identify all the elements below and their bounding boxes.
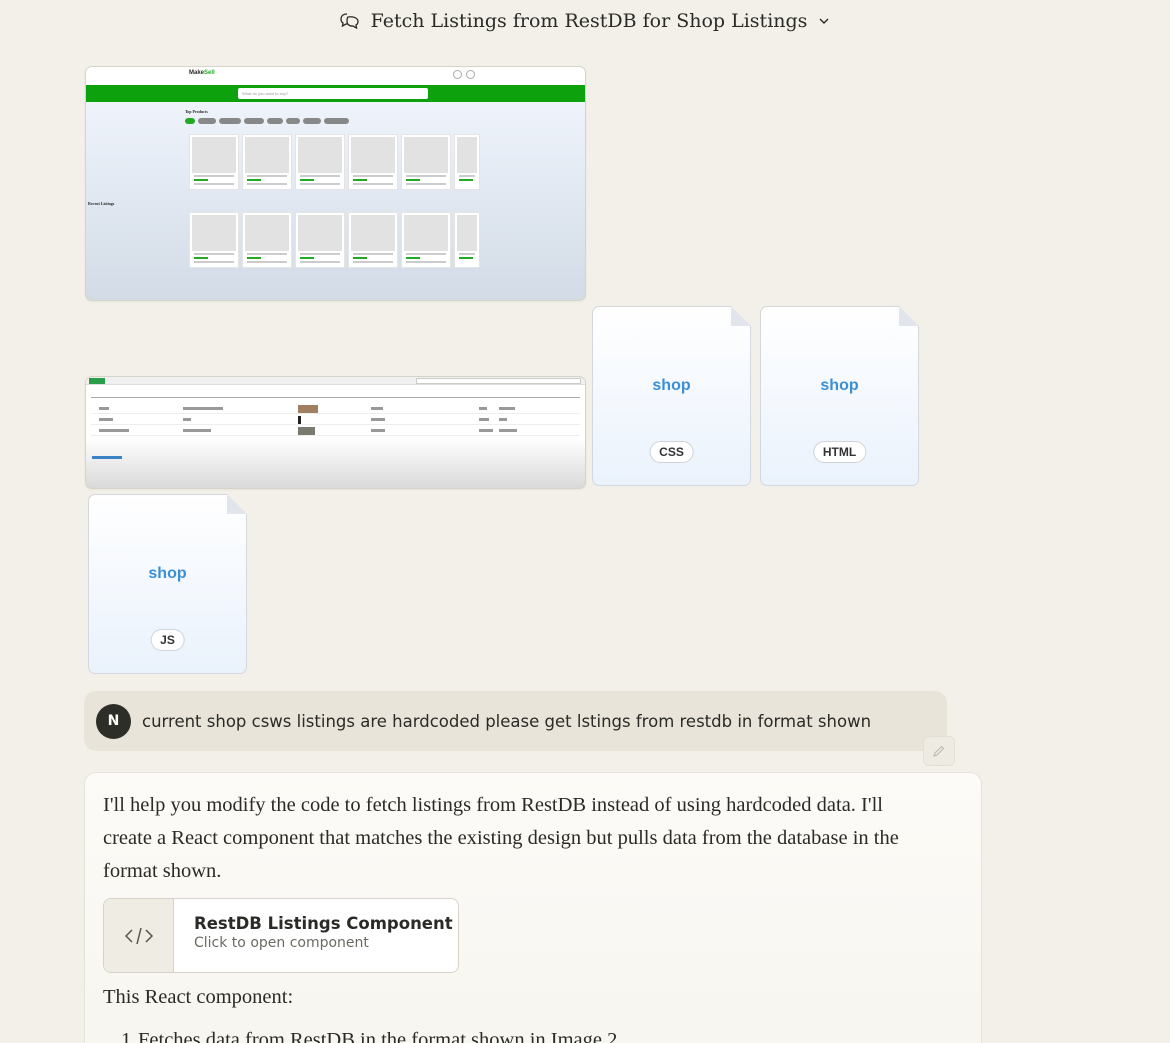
restdb-table-header — [91, 397, 580, 398]
file-card-css[interactable]: shop CSS — [592, 306, 751, 486]
chat-bubbles-icon — [339, 13, 359, 30]
file-type-badge: HTML — [812, 441, 867, 463]
restdb-toolbar — [86, 377, 585, 385]
page-fold-icon — [731, 306, 751, 326]
user-message: N current shop csws listings are hardcod… — [84, 691, 947, 751]
file-name: shop — [148, 565, 187, 582]
file-type-badge: CSS — [649, 441, 694, 463]
file-name: shop — [820, 377, 859, 394]
shop-logo: MakeSell — [189, 70, 215, 76]
attachment-screenshot-shop[interactable]: MakeSell What do you want to buy? Top Pr… — [85, 66, 586, 301]
table-row — [91, 426, 580, 436]
page-fold-icon — [227, 494, 247, 514]
user-message-text: current shop csws listings are hardcoded… — [142, 711, 872, 731]
topbar-icons — [453, 70, 475, 79]
file-card-html[interactable]: shop HTML — [760, 306, 919, 486]
category-pills — [185, 118, 349, 124]
chevron-down-icon[interactable] — [817, 14, 831, 28]
recent-listings-row — [189, 212, 480, 268]
assistant-message: I'll help you modify the code to fetch l… — [84, 772, 982, 1043]
avatar: N — [96, 703, 131, 739]
recent-listings-heading: Recent Listings — [88, 201, 115, 206]
shop-topbar: MakeSell — [86, 67, 585, 85]
artifact-title: RestDB Listings Component — [194, 914, 453, 933]
top-products-heading: Top Products — [185, 109, 208, 114]
table-row — [91, 404, 580, 414]
edit-message-button[interactable] — [923, 736, 955, 766]
shop-search-bar: What do you want to buy? — [86, 85, 585, 102]
assistant-list: 1.Fetches data from RestDB in the format… — [103, 1029, 617, 1043]
page-fold-icon — [899, 306, 919, 326]
artifact-card[interactable]: RestDB Listings Component Click to open … — [103, 898, 459, 973]
shop-search-input: What do you want to buy? — [238, 88, 428, 99]
conversation-header[interactable]: Fetch Listings from RestDB for Shop List… — [0, 0, 1170, 42]
pencil-icon — [933, 745, 945, 757]
attachment-screenshot-restdb[interactable] — [85, 376, 586, 489]
conversation-title[interactable]: Fetch Listings from RestDB for Shop List… — [371, 10, 808, 32]
list-item: 1.Fetches data from RestDB in the format… — [121, 1029, 618, 1043]
assistant-intro-text: I'll help you modify the code to fetch l… — [103, 794, 899, 882]
assistant-summary-text: This React component: — [103, 986, 294, 1008]
file-card-js[interactable]: shop JS — [88, 494, 247, 674]
top-products-row — [189, 134, 480, 190]
restdb-footer-link — [92, 456, 122, 459]
table-row — [91, 415, 580, 425]
artifact-subtitle: Click to open component — [194, 935, 369, 951]
file-name: shop — [652, 377, 691, 394]
file-type-badge: JS — [150, 629, 185, 651]
code-icon — [104, 899, 174, 972]
